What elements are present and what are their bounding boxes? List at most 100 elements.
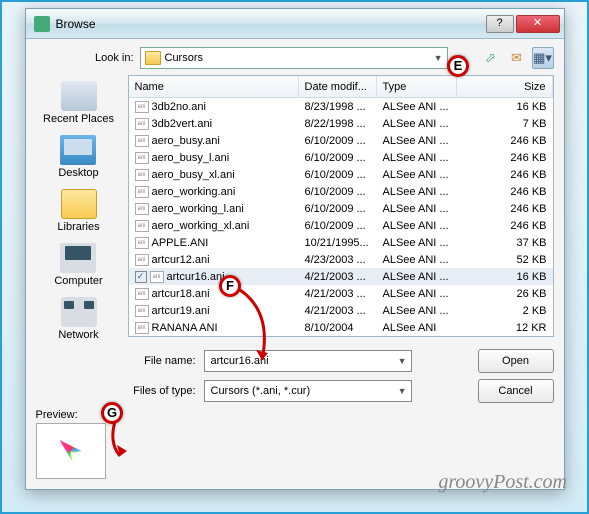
column-headers[interactable]: Name Date modif... Type Size [129,76,553,98]
folder-icon [145,51,161,65]
place-desktop[interactable]: Desktop [58,135,98,179]
file-size: 246 KB [457,169,553,181]
filetype-combo[interactable]: Cursors (*.ani, *.cur) ▼ [204,380,412,402]
file-date: 10/21/1995... [299,237,377,249]
file-name: 3db2no.ani [152,101,206,113]
file-date: 8/10/2004 [299,322,377,334]
file-row[interactable]: aniaero_working.ani6/10/2009 ...ALSee AN… [129,183,553,200]
file-row[interactable]: ✓aniartcur16.ani4/21/2003 ...ALSee ANI .… [129,268,553,285]
file-icon: ani [135,101,149,113]
places-bar: Recent Places Desktop Libraries Computer Net… [36,75,122,341]
col-name[interactable]: Name [129,76,299,97]
file-row[interactable]: aniaero_working_l.ani6/10/2009 ...ALSee … [129,200,553,217]
preview-box [36,423,106,479]
file-date: 6/10/2009 ... [299,186,377,198]
file-row[interactable]: aniRANANA ANI8/10/2004ALSee ANI12 KR [129,319,553,336]
col-size[interactable]: Size [457,76,553,97]
file-name: artcur16.ani [167,271,225,283]
close-button[interactable]: ✕ [516,15,560,33]
place-label: Libraries [57,221,99,233]
up-icon[interactable]: ⬀ [480,47,502,69]
file-date: 4/21/2003 ... [299,305,377,317]
file-size: 246 KB [457,186,553,198]
file-date: 8/22/1998 ... [299,118,377,130]
lookin-value: Cursors [165,52,204,64]
callout-f: F [219,275,241,297]
file-row[interactable]: ani3db2vert.ani 8/22/1998 ...ALSee ANI ..… [129,115,553,132]
file-name: 3db2vert.ani [152,118,213,130]
place-icon [61,297,97,327]
cursor-preview-icon [60,440,82,462]
file-icon: ani [135,152,149,164]
file-type: ALSee ANI [377,322,457,334]
file-name: APPLE.ANI [152,237,209,249]
file-type: ALSee ANI ... [377,118,457,130]
file-size: 26 KB [457,288,553,300]
file-size: 52 KB [457,254,553,266]
file-date: 6/10/2009 ... [299,203,377,215]
file-date: 4/21/2003 ... [299,271,377,283]
open-button[interactable]: Open [478,349,554,373]
file-type: ALSee ANI ... [377,305,457,317]
file-row[interactable]: ani3db2no.ani8/23/1998 ...ALSee ANI ...1… [129,98,553,115]
place-label: Computer [54,275,102,287]
file-date: 6/10/2009 ... [299,152,377,164]
file-icon: ani [135,169,149,181]
file-type: ALSee ANI ... [377,237,457,249]
place-libraries[interactable]: Libraries [57,189,99,233]
file-date: 4/23/2003 ... [299,254,377,266]
file-icon: ani [135,237,149,249]
file-type: ALSee ANI ... [377,288,457,300]
file-icon: ani [135,203,149,215]
file-list[interactable]: Name Date modif... Type Size ani3db2no.a… [128,75,554,337]
file-type: ALSee ANI ... [377,220,457,232]
file-icon: ani [135,118,149,130]
file-type: ALSee ANI ... [377,254,457,266]
col-type[interactable]: Type [377,76,457,97]
views-icon[interactable]: ▦▾ [532,47,554,69]
place-icon [60,135,96,165]
cancel-button[interactable]: Cancel [478,379,554,403]
file-name: RANANA ANI [152,322,218,334]
file-name: aero_busy.ani [152,135,220,147]
file-type: ALSee ANI ... [377,271,457,283]
file-type: ALSee ANI ... [377,186,457,198]
file-name: artcur18.ani [152,288,210,300]
file-size: 246 KB [457,220,553,232]
file-icon: ani [135,305,149,317]
file-type: ALSee ANI ... [377,203,457,215]
place-label: Recent Places [43,113,114,125]
file-size: 7 KB [457,118,553,130]
place-label: Desktop [58,167,98,179]
file-size: 2 KB [457,305,553,317]
filename-label: File name: [128,355,196,367]
col-date[interactable]: Date modif... [299,76,377,97]
place-computer[interactable]: Computer [54,243,102,287]
help-button[interactable]: ? [486,15,514,33]
file-size: 37 KB [457,237,553,249]
app-icon [34,16,50,32]
file-name: artcur19.ani [152,305,210,317]
file-type: ALSee ANI ... [377,101,457,113]
place-network[interactable]: Network [58,297,98,341]
filetype-label: Files of type: [128,385,196,397]
file-icon: ani [135,135,149,147]
lookin-combo[interactable]: Cursors ▼ [140,47,448,69]
file-row[interactable]: aniartcur18.ani4/21/2003 ...ALSee ANI ..… [129,285,553,302]
file-row[interactable]: aniaero_busy_xl.ani6/10/2009 ...ALSee AN… [129,166,553,183]
file-row[interactable]: aniaero_busy.ani6/10/2009 ...ALSee ANI .… [129,132,553,149]
callout-e: E [447,55,469,77]
file-icon: ani [135,186,149,198]
file-row[interactable]: aniaero_working_xl.ani6/10/2009 ...ALSee… [129,217,553,234]
file-row[interactable]: aniartcur19.ani 4/21/2003 ...ALSee ANI ..… [129,302,553,319]
file-size: 246 KB [457,135,553,147]
file-row[interactable]: aniaero_busy_l.ani6/10/2009 ...ALSee ANI… [129,149,553,166]
file-date: 4/21/2003 ... [299,288,377,300]
file-name: aero_busy_l.ani [152,152,230,164]
newfolder-icon[interactable]: ✉ [506,47,528,69]
place-recent-places[interactable]: Recent Places [43,81,114,125]
checkbox-icon[interactable]: ✓ [135,271,147,283]
file-row[interactable]: aniAPPLE.ANI 10/21/1995...ALSee ANI ...37… [129,234,553,251]
watermark: groovyPost.com [438,471,567,494]
file-row[interactable]: aniartcur12.ani4/23/2003 ...ALSee ANI ..… [129,251,553,268]
